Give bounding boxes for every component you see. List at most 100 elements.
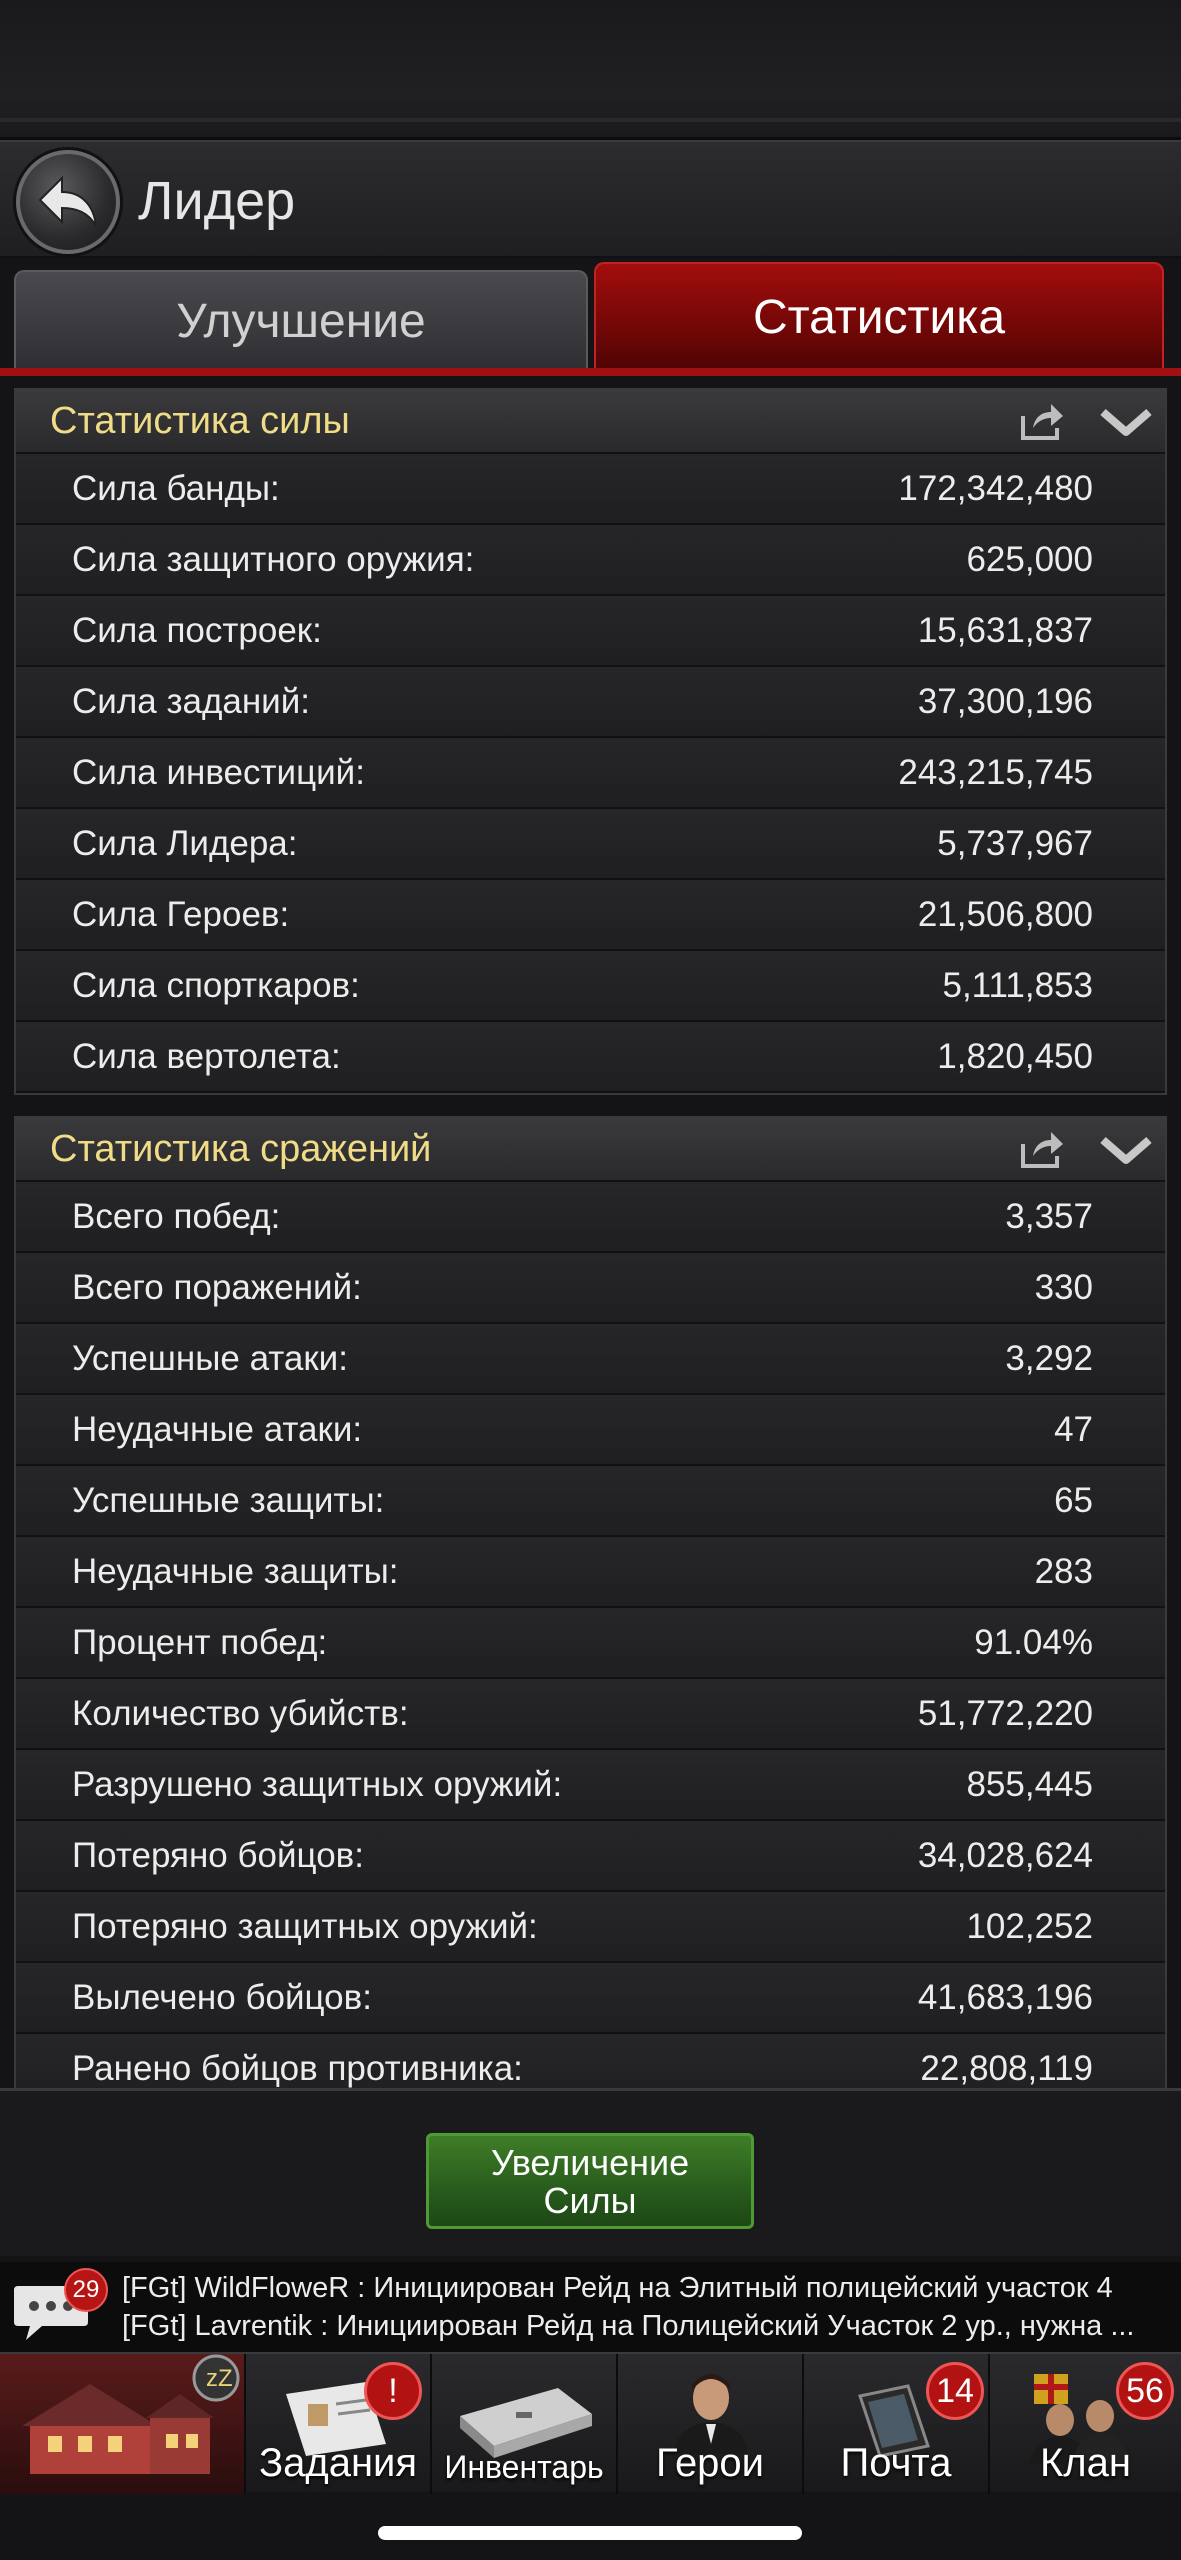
increase-power-label-line1: Увеличение xyxy=(490,2142,690,2183)
power-stats-title: Статистика силы xyxy=(50,400,350,442)
nav-mail-label: Почта xyxy=(840,2441,952,2485)
share-icon[interactable] xyxy=(1019,1128,1065,1170)
stat-value: 37,300,196 xyxy=(917,682,1093,721)
status-bar-area xyxy=(0,0,1181,140)
tab-bar: Улучшение Статистика xyxy=(0,258,1181,376)
stat-row: Количество убийств: 51,772,220 xyxy=(16,1679,1165,1750)
stat-value: 3,292 xyxy=(1005,1339,1093,1378)
nav-inventory[interactable]: Инвентарь xyxy=(432,2354,618,2494)
increase-power-button[interactable]: Увеличение Силы xyxy=(426,2133,754,2229)
stat-value: 1,820,450 xyxy=(937,1037,1093,1076)
tab-underline xyxy=(0,368,1181,376)
power-stats-panel: Статистика силы Сила банды: 172,342,480 С… xyxy=(14,388,1167,1095)
stat-row: Всего поражений: 330 xyxy=(16,1253,1165,1324)
nav-heroes-label: Герои xyxy=(655,2441,765,2485)
stat-value: 855,445 xyxy=(966,1765,1093,1804)
stat-row: Неудачные атаки: 47 xyxy=(16,1395,1165,1466)
header-bar: Лидер xyxy=(0,140,1181,258)
stat-label: Сила Лидера: xyxy=(72,824,298,863)
stat-value: 51,772,220 xyxy=(917,1694,1093,1733)
back-button[interactable] xyxy=(16,150,120,254)
stat-row: Сила заданий: 37,300,196 xyxy=(16,667,1165,738)
stat-value: 3,357 xyxy=(1005,1197,1093,1236)
chat-message: [FGt] WildFloweR : Инициирован Рейд на Э… xyxy=(122,2272,1113,2304)
stat-label: Неудачные атаки: xyxy=(72,1410,363,1449)
stat-label: Процент побед: xyxy=(72,1623,328,1662)
stat-label: Сила Героев: xyxy=(72,895,290,934)
nav-mail[interactable]: 14 Почта xyxy=(804,2354,990,2494)
tab-statistics[interactable]: Статистика xyxy=(594,262,1164,370)
chevron-down-icon[interactable] xyxy=(1099,406,1153,438)
stat-row: Вылечено бойцов: 41,683,196 xyxy=(16,1963,1165,2034)
stat-row: Сила банды: 172,342,480 xyxy=(16,454,1165,525)
stat-label: Успешные атаки: xyxy=(72,1339,348,1378)
stat-label: Сила банды: xyxy=(72,469,280,508)
stat-row: Сила вертолета: 1,820,450 xyxy=(16,1022,1165,1093)
stat-value: 21,506,800 xyxy=(917,895,1093,934)
stat-value: 5,737,967 xyxy=(937,824,1093,863)
stat-label: Всего побед: xyxy=(72,1197,281,1236)
nav-tasks[interactable]: ! Задания xyxy=(246,2354,432,2494)
stat-row: Сила защитного оружия: 625,000 xyxy=(16,525,1165,596)
chat-ticker[interactable]: 29 [FGt] WildFloweR : Инициирован Рейд н… xyxy=(0,2262,1181,2352)
stats-scroll-area[interactable]: Статистика силы Сила банды: 172,342,480 С… xyxy=(0,380,1181,2090)
stat-value: 172,342,480 xyxy=(898,469,1093,508)
chat-message: [FGt] Lavrentik : Инициирован Рейд на По… xyxy=(122,2310,1135,2342)
stat-label: Сила спорткаров: xyxy=(72,966,360,1005)
stat-label: Всего поражений: xyxy=(72,1268,362,1307)
battle-stats-rows: Всего побед: 3,357 Всего поражений: 330 Ус… xyxy=(16,1182,1165,2090)
stat-row: Всего побед: 3,357 xyxy=(16,1182,1165,1253)
stat-label: Сила инвестиций: xyxy=(72,753,365,792)
stat-label: Сила заданий: xyxy=(72,682,310,721)
battle-stats-header[interactable]: Статистика сражений xyxy=(16,1118,1165,1182)
battle-stats-title: Статистика сражений xyxy=(50,1128,432,1170)
stat-row: Потеряно защитных оружий: 102,252 xyxy=(16,1892,1165,1963)
back-arrow-icon xyxy=(38,175,97,227)
stat-label: Разрушено защитных оружий: xyxy=(72,1765,563,1804)
tasks-alert-badge: ! xyxy=(364,2362,422,2420)
stat-value: 330 xyxy=(1034,1268,1093,1307)
action-bar: Увеличение Силы xyxy=(0,2088,1181,2256)
stat-value: 15,631,837 xyxy=(917,611,1093,650)
svg-text:zZ: zZ xyxy=(206,2365,233,2392)
stat-row: Ранено бойцов противника: 22,808,119 xyxy=(16,2034,1165,2090)
stat-value: 102,252 xyxy=(966,1907,1093,1946)
stat-row: Сила инвестиций: 243,215,745 xyxy=(16,738,1165,809)
stat-value: 65 xyxy=(1054,1481,1093,1520)
chevron-down-icon[interactable] xyxy=(1099,1134,1153,1166)
stat-row: Сила Героев: 21,506,800 xyxy=(16,880,1165,951)
stat-value: 41,683,196 xyxy=(917,1978,1093,2017)
stat-row: Неудачные защиты: 283 xyxy=(16,1537,1165,1608)
share-icon[interactable] xyxy=(1019,400,1065,442)
stat-value: 625,000 xyxy=(966,540,1093,579)
power-stats-header[interactable]: Статистика силы xyxy=(16,390,1165,454)
stat-label: Неудачные защиты: xyxy=(72,1552,399,1591)
stat-label: Потеряно защитных оружий: xyxy=(72,1907,538,1946)
mail-unread-badge: 14 xyxy=(926,2362,984,2420)
stat-row: Потеряно бойцов: 34,028,624 xyxy=(16,1821,1165,1892)
stat-value: 22,808,119 xyxy=(920,2049,1093,2088)
stat-label: Ранено бойцов противника: xyxy=(72,2049,523,2088)
stat-row: Успешные атаки: 3,292 xyxy=(16,1324,1165,1395)
stat-value: 283 xyxy=(1034,1552,1093,1591)
tab-upgrade[interactable]: Улучшение xyxy=(14,270,588,370)
chat-unread-badge: 29 xyxy=(64,2268,108,2312)
stat-row: Разрушено защитных оружий: 855,445 xyxy=(16,1750,1165,1821)
increase-power-label-line2: Силы xyxy=(543,2180,637,2221)
stat-row: Процент побед: 91.04% xyxy=(16,1608,1165,1679)
stat-row: Сила Лидера: 5,737,967 xyxy=(16,809,1165,880)
power-stats-rows: Сила банды: 172,342,480 Сила защитного ор… xyxy=(16,454,1165,1093)
stat-value: 91.04% xyxy=(974,1623,1093,1662)
page-title: Лидер xyxy=(138,171,296,231)
stat-label: Потеряно бойцов: xyxy=(72,1836,364,1875)
stat-label: Вылечено бойцов: xyxy=(72,1978,372,2017)
nav-heroes[interactable]: Герои xyxy=(618,2354,804,2494)
stat-label: Успешные защиты: xyxy=(72,1481,385,1520)
bottom-nav: zZ ! Задания Инвентарь Герои 14 Почта 56… xyxy=(0,2352,1181,2494)
home-indicator[interactable] xyxy=(378,2526,802,2540)
stat-value: 243,215,745 xyxy=(898,753,1093,792)
stat-value: 47 xyxy=(1054,1410,1093,1449)
nav-clan[interactable]: 56 Клан xyxy=(990,2354,1181,2494)
nav-inventory-label: Инвентарь xyxy=(444,2449,604,2485)
nav-home[interactable]: zZ xyxy=(0,2354,246,2494)
